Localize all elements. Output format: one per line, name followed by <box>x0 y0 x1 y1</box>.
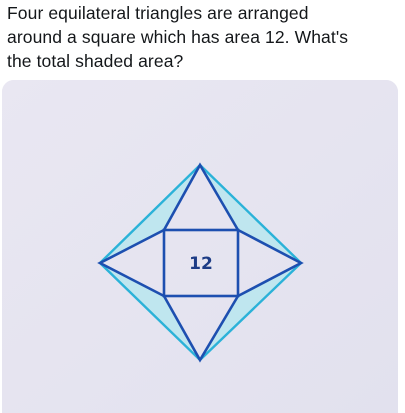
tweet-text: Four equilateral triangles are arranged … <box>7 1 399 73</box>
square-area-label: 12 <box>189 254 213 274</box>
tweet-line: the total shaded area? <box>7 51 184 71</box>
tweet-line: around a square which has area 12. What'… <box>7 27 349 47</box>
geometry-figure: 12 <box>2 80 398 413</box>
tweet-media[interactable]: 12 <box>0 80 405 413</box>
puzzle-photo[interactable]: 12 <box>2 80 398 413</box>
paper-background <box>2 80 398 413</box>
tweet-line: Four equilateral triangles are arranged <box>7 3 309 23</box>
